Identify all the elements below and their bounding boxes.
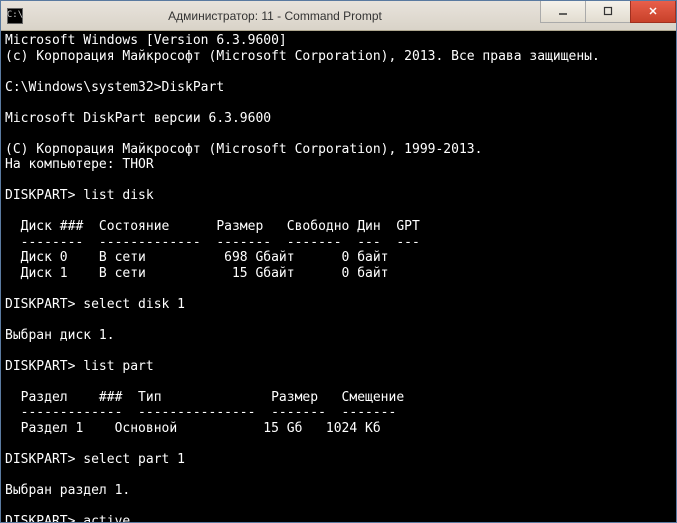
close-icon	[648, 6, 658, 16]
titlebar[interactable]: C:\ Администратор: 11 - Command Prompt	[1, 1, 676, 31]
minimize-button[interactable]	[540, 1, 586, 23]
command-prompt-window: C:\ Администратор: 11 - Command Prompt M…	[0, 0, 677, 523]
window-buttons	[541, 1, 676, 23]
window-title: Администратор: 11 - Command Prompt	[29, 9, 541, 23]
close-button[interactable]	[630, 1, 676, 23]
maximize-icon	[603, 6, 613, 16]
app-icon: C:\	[7, 8, 23, 24]
minimize-icon	[558, 6, 568, 16]
maximize-button[interactable]	[585, 1, 631, 23]
app-icon-glyph: C:\	[7, 11, 23, 20]
terminal-output[interactable]: Microsoft Windows [Version 6.3.9600] (c)…	[1, 31, 676, 522]
